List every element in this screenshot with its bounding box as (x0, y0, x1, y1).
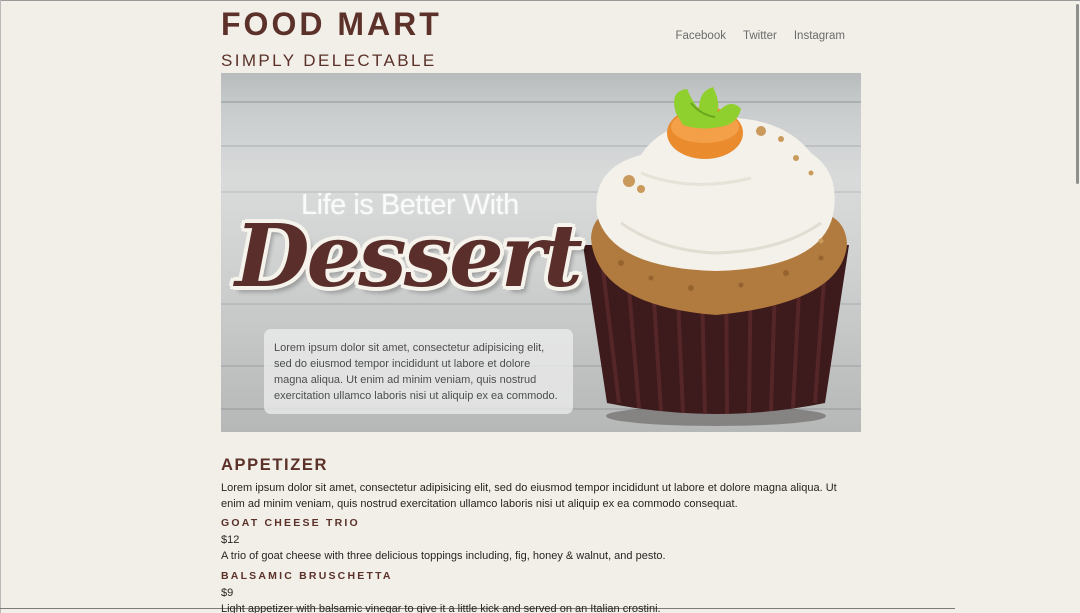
window-left-border (0, 0, 1, 613)
hero-description: Lorem ipsum dolor sit amet, consectetur … (274, 342, 558, 402)
menu-item-name: BALSAMIC BRUSCHETTA (221, 570, 393, 582)
social-nav: Facebook Twitter Instagram (675, 30, 845, 42)
menu-item-price: $12 (221, 534, 240, 546)
menu-item-price: $9 (221, 587, 234, 599)
hero-description-card: Lorem ipsum dolor sit amet, consectetur … (264, 329, 573, 414)
menu-item-description: A trio of goat cheese with three delicio… (221, 550, 666, 562)
section-description: Lorem ipsum dolor sit amet, consectetur … (221, 482, 837, 510)
site-tagline: SIMPLY DELECTABLE (221, 51, 437, 70)
vertical-scrollbar[interactable] (1076, 4, 1079, 184)
window-top-border (0, 0, 1080, 1)
section-title: APPETIZER (221, 456, 328, 474)
twitter-link[interactable]: Twitter (743, 30, 777, 42)
facebook-link[interactable]: Facebook (675, 30, 726, 42)
hero-banner: Life is Better With Dessert Lorem ipsum … (221, 73, 861, 432)
instagram-link[interactable]: Instagram (794, 30, 845, 42)
site-title: FOOD MART (221, 6, 442, 42)
menu-item-name: GOAT CHEESE TRIO (221, 517, 360, 529)
menu-item-description: Light appetizer with balsamic vinegar to… (221, 603, 661, 613)
hero-heading: Dessert (235, 206, 583, 307)
